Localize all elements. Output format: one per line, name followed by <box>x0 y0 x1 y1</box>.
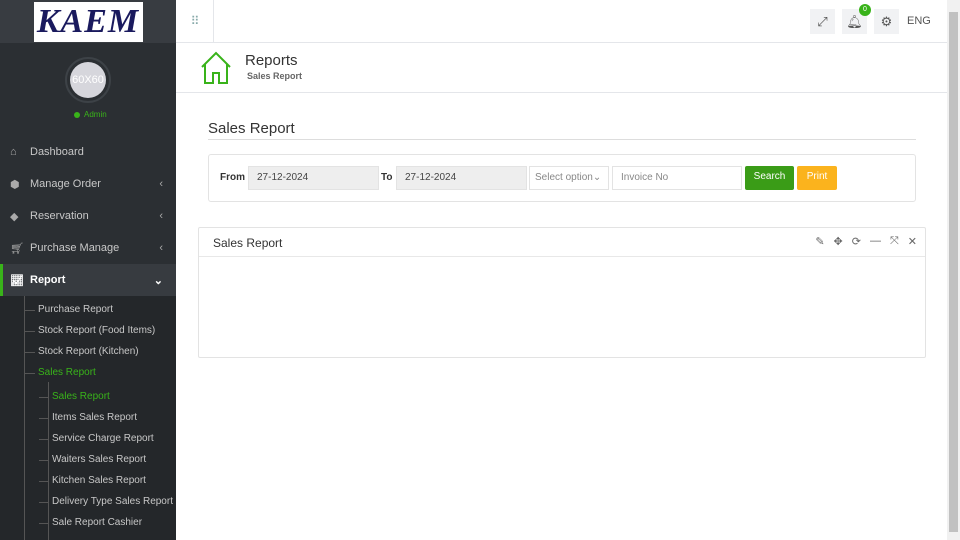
chevron-down-icon: ⌄ <box>153 274 163 287</box>
nav-label: Manage Order <box>30 178 101 190</box>
scrollbar[interactable] <box>947 0 960 540</box>
from-date-input[interactable]: 27-12-2024 <box>248 166 379 190</box>
nav-reservation[interactable]: ◆ Reservation ‹ <box>0 200 176 232</box>
home-icon <box>201 51 231 84</box>
nav-manage-order[interactable]: ⬢ Manage Order ‹ <box>0 168 176 200</box>
chevron-left-icon: ‹ <box>159 210 163 222</box>
submenu-item[interactable]: Purchase Report <box>38 304 113 315</box>
filter-form: From 27-12-2024 To 27-12-2024 Select opt… <box>208 154 916 202</box>
avatar[interactable]: 60X60 <box>65 57 111 103</box>
chevron-left-icon: ‹ <box>159 178 163 190</box>
submenu-item[interactable]: Stock Report (Food Items) <box>38 325 155 336</box>
nav-label: Purchase Manage <box>30 242 120 254</box>
page-title: Sales Report <box>208 120 916 140</box>
nav-label: Dashboard <box>30 146 84 158</box>
from-label: From <box>220 172 245 183</box>
refresh-icon[interactable]: ⟳ <box>852 235 861 248</box>
chevron-left-icon: ‹ <box>159 242 163 254</box>
nav-label: Reservation <box>30 210 89 222</box>
minimize-icon[interactable]: — <box>870 235 881 248</box>
to-label: To <box>381 172 393 183</box>
option-select[interactable]: Select option⌄ <box>529 166 609 190</box>
fullscreen-button[interactable]: ⤢ <box>810 9 835 34</box>
nav-dashboard[interactable]: ⌂ Dashboard <box>0 136 176 168</box>
chevron-down-icon: ⌄ <box>592 172 602 183</box>
nav-purchase-manage[interactable]: 🛒︎ Purchase Manage ‹ <box>0 232 176 264</box>
sales-submenu-item[interactable]: Delivery Type Sales Report <box>52 496 173 507</box>
language-selector[interactable]: ENG <box>907 15 931 27</box>
edit-icon[interactable]: ✎ <box>815 235 824 248</box>
sales-submenu-item[interactable]: Waiters Sales Report <box>52 454 146 465</box>
tag-icon: ◆ <box>10 210 19 223</box>
topbar: ⠿ ⤢ 🔔︎ ⚙ <box>176 0 947 43</box>
sales-submenu-item[interactable]: Sale Report Cashier <box>52 517 142 528</box>
sales-submenu-item[interactable]: Items Sales Report <box>52 412 137 423</box>
sales-report-panel: Sales Report ✎ ✥ ⟳ — ⤧ ✕ <box>198 227 926 358</box>
sales-submenu-item[interactable]: Sales Report <box>52 391 110 402</box>
header-title: Reports <box>245 52 298 69</box>
user-status: Admin <box>74 110 107 119</box>
nav-report[interactable]: 📈︎ Report ⌄ <box>0 264 176 296</box>
report-submenu: Purchase Report Stock Report (Food Items)… <box>0 296 176 540</box>
to-date-input[interactable]: 27-12-2024 <box>396 166 527 190</box>
breadcrumb[interactable]: Sales Report <box>247 71 302 81</box>
sales-submenu-item[interactable]: Service Charge Report <box>52 433 154 444</box>
notification-badge: 0 <box>859 4 871 16</box>
print-button[interactable]: Print <box>797 166 837 190</box>
chart-icon: 📈︎ <box>10 274 24 287</box>
apps-grid-icon[interactable]: ⠿ <box>176 0 214 42</box>
home-icon: ⌂ <box>10 146 17 158</box>
panel-title: Sales Report <box>213 236 283 250</box>
logo[interactable]: KAEM <box>33 1 143 42</box>
close-icon[interactable]: ✕ <box>908 235 917 248</box>
cart-icon: 🛒︎ <box>10 242 24 255</box>
online-dot <box>74 111 80 118</box>
user-role: Admin <box>84 110 107 119</box>
cube-icon: ⬢ <box>10 178 20 191</box>
sidebar: KAEM 60X60 Admin ⌂ Dashboard ⬢ Manage Orde… <box>0 0 176 540</box>
avatar-placeholder: 60X60 <box>70 62 106 98</box>
move-icon[interactable]: ✥ <box>834 235 843 248</box>
page-header: Reports Sales Report <box>176 43 947 93</box>
submenu-item[interactable]: Sales Report <box>38 367 96 378</box>
sales-submenu-item[interactable]: Kitchen Sales Report <box>52 475 146 486</box>
invoice-input[interactable]: Invoice No <box>612 166 742 190</box>
settings-gear-icon[interactable]: ⚙ <box>874 9 899 34</box>
expand-icon[interactable]: ⤧ <box>890 235 899 248</box>
submenu-item[interactable]: Stock Report (Kitchen) <box>38 346 139 357</box>
select-value: Select option <box>535 172 593 183</box>
nav-label: Report <box>30 274 66 286</box>
scrollbar-thumb[interactable] <box>949 12 958 532</box>
search-button[interactable]: Search <box>745 166 794 190</box>
